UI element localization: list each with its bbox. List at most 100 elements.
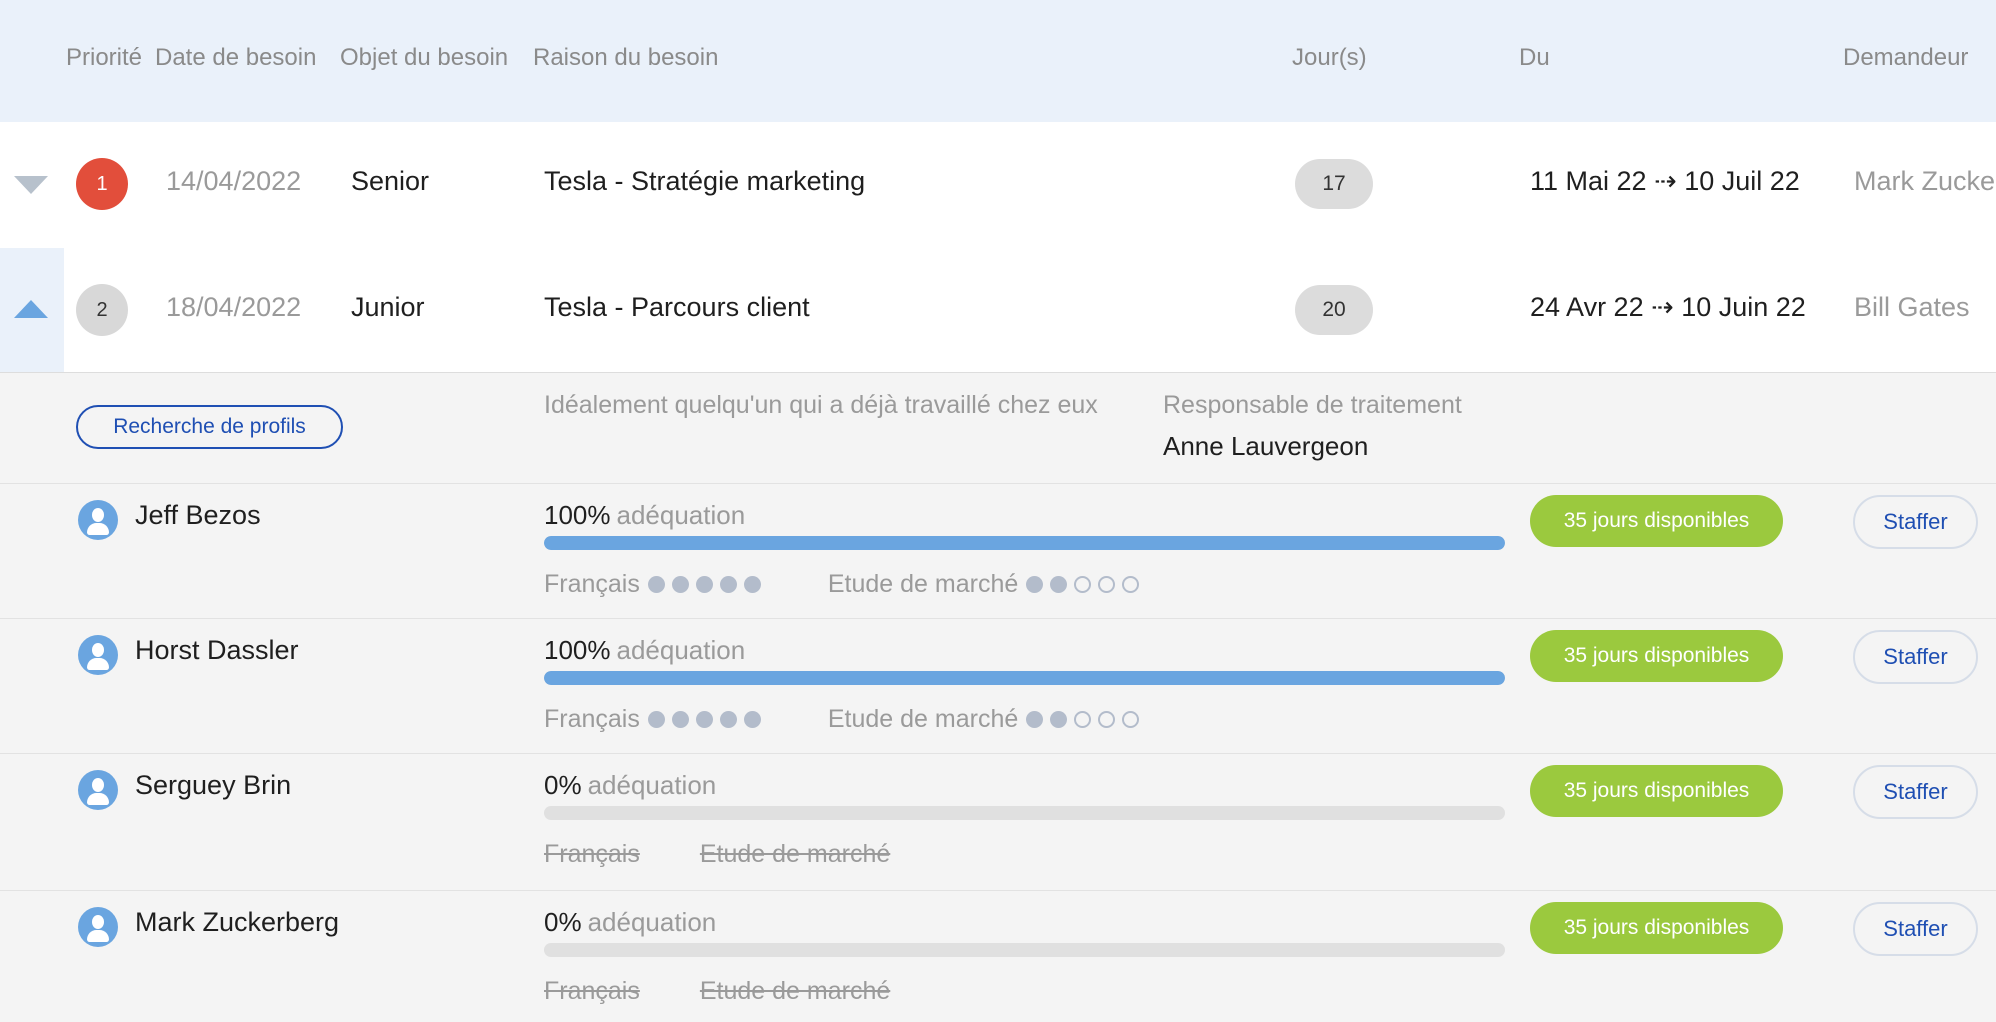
candidate-name[interactable]: Horst Dassler	[135, 635, 299, 666]
skill-tag: Etude de marché	[828, 705, 1146, 734]
skill-dot	[1122, 711, 1140, 728]
match-score: 100% adéquation	[544, 635, 745, 666]
skill-list: Français Etude de marché	[544, 840, 950, 869]
skill-label: Etude de marché	[699, 977, 891, 1005]
skill-dot	[719, 711, 737, 728]
skill-dot	[1050, 576, 1068, 593]
skill-dot	[1074, 711, 1092, 728]
match-label: adéquation	[587, 907, 717, 937]
need-date: 18/04/2022	[166, 292, 302, 322]
staff-button[interactable]: Staffer	[1853, 902, 1978, 956]
expand-toggle[interactable]	[0, 122, 64, 246]
match-progress-bar	[544, 806, 1505, 820]
need-requester: Mark Zucke	[1854, 166, 1996, 196]
header-requester[interactable]: Demandeur	[1843, 44, 1968, 72]
skill-tag: Français	[544, 705, 768, 734]
need-date: 14/04/2022	[166, 166, 302, 196]
match-progress-bar	[544, 536, 1505, 550]
user-avatar-icon	[78, 770, 118, 810]
skill-dot	[743, 711, 761, 728]
header-from[interactable]: Du	[1519, 44, 1550, 72]
header-need-date[interactable]: Date de besoin	[155, 44, 316, 72]
skill-dot	[647, 711, 665, 728]
skill-tag: Etude de marché	[700, 840, 890, 869]
match-percent: 100%	[544, 635, 611, 665]
skill-dot	[695, 576, 713, 593]
skill-level-dots	[647, 576, 768, 593]
candidate-name[interactable]: Mark Zuckerberg	[135, 907, 339, 938]
need-period: 24 Avr 22 ⇢ 10 Juin 22	[1530, 292, 1806, 322]
availability-badge: 35 jours disponibles	[1530, 765, 1783, 817]
skill-level-dots	[1026, 576, 1146, 593]
header-priority[interactable]: Priorité	[66, 44, 142, 72]
skill-label: Etude de marché	[827, 570, 1019, 598]
skill-tag: Français	[544, 977, 640, 1006]
need-subject: Tesla - Stratégie marketing	[544, 166, 866, 196]
need-level: Senior	[351, 166, 430, 196]
match-percent: 0%	[544, 907, 582, 937]
header-need-object[interactable]: Objet du besoin	[340, 44, 508, 72]
skill-label: Français	[544, 705, 640, 733]
skill-dot	[1098, 711, 1116, 728]
staff-button[interactable]: Staffer	[1853, 765, 1978, 819]
need-detail-panel: Recherche de profils Idéalement quelqu'u…	[0, 372, 1996, 1022]
priority-badge: 1	[76, 158, 128, 210]
candidate-row: Jeff Bezos 100% adéquation Français Etude de…	[0, 483, 1996, 618]
skill-dot	[719, 576, 737, 593]
candidate-name[interactable]: Serguey Brin	[135, 770, 291, 801]
days-badge: 20	[1295, 285, 1373, 335]
need-requester: Bill Gates	[1854, 292, 1970, 322]
collapse-toggle[interactable]	[0, 248, 64, 372]
table-header: Priorité Date de besoin Objet du besoin …	[0, 0, 1996, 122]
skill-dot	[695, 711, 713, 728]
skill-label: Français	[544, 977, 640, 1005]
skill-tag: Français	[544, 840, 640, 869]
header-days[interactable]: Jour(s)	[1292, 44, 1367, 72]
skill-list: Français Etude de marché	[544, 570, 1206, 599]
need-row[interactable]: 2 18/04/2022 Junior Tesla - Parcours cli…	[0, 248, 1996, 372]
candidate-name[interactable]: Jeff Bezos	[135, 500, 261, 531]
match-progress-fill	[544, 536, 1505, 550]
skill-level-dots	[1026, 711, 1146, 728]
skill-level-dots	[647, 711, 768, 728]
need-row[interactable]: 1 14/04/2022 Senior Tesla - Stratégie ma…	[0, 122, 1996, 246]
availability-badge: 35 jours disponibles	[1530, 902, 1783, 954]
skill-tag: Etude de marché	[700, 977, 890, 1006]
skill-label: Etude de marché	[699, 840, 891, 868]
match-percent: 100%	[544, 500, 611, 530]
owner-label: Responsable de traitement	[1163, 391, 1462, 419]
match-score: 100% adéquation	[544, 500, 745, 531]
user-avatar-icon	[78, 635, 118, 675]
match-percent: 0%	[544, 770, 582, 800]
user-avatar-icon	[78, 500, 118, 540]
skill-dot	[1098, 576, 1116, 593]
priority-badge: 2	[76, 284, 128, 336]
skill-dot	[743, 576, 761, 593]
days-badge: 17	[1295, 159, 1373, 209]
skill-tag: Français	[544, 570, 768, 599]
owner-name: Anne Lauvergeon	[1163, 431, 1369, 461]
profile-search-button[interactable]: Recherche de profils	[76, 405, 343, 449]
chevron-down-icon	[14, 176, 48, 194]
match-label: adéquation	[587, 770, 717, 800]
skill-dot	[647, 576, 665, 593]
staff-button[interactable]: Staffer	[1853, 495, 1978, 549]
skill-dot	[1122, 576, 1140, 593]
availability-badge: 35 jours disponibles	[1530, 630, 1783, 682]
skill-dot	[1026, 576, 1044, 593]
match-score: 0% adéquation	[544, 770, 716, 801]
availability-badge: 35 jours disponibles	[1530, 495, 1783, 547]
skill-tag: Etude de marché	[828, 570, 1146, 599]
need-level: Junior	[351, 292, 425, 322]
chevron-up-icon	[14, 300, 48, 318]
skill-label: Français	[544, 840, 640, 868]
skill-dot	[1074, 576, 1092, 593]
staff-button[interactable]: Staffer	[1853, 630, 1978, 684]
match-score: 0% adéquation	[544, 907, 716, 938]
need-reason-text: Idéalement quelqu'un qui a déjà travaill…	[544, 391, 1098, 419]
skill-dot	[1026, 711, 1044, 728]
header-need-reason[interactable]: Raison du besoin	[533, 44, 718, 72]
candidate-row: Mark Zuckerberg 0% adéquation Français Etude…	[0, 890, 1996, 1022]
skill-label: Etude de marché	[827, 705, 1019, 733]
skill-list: Français Etude de marché	[544, 977, 950, 1006]
